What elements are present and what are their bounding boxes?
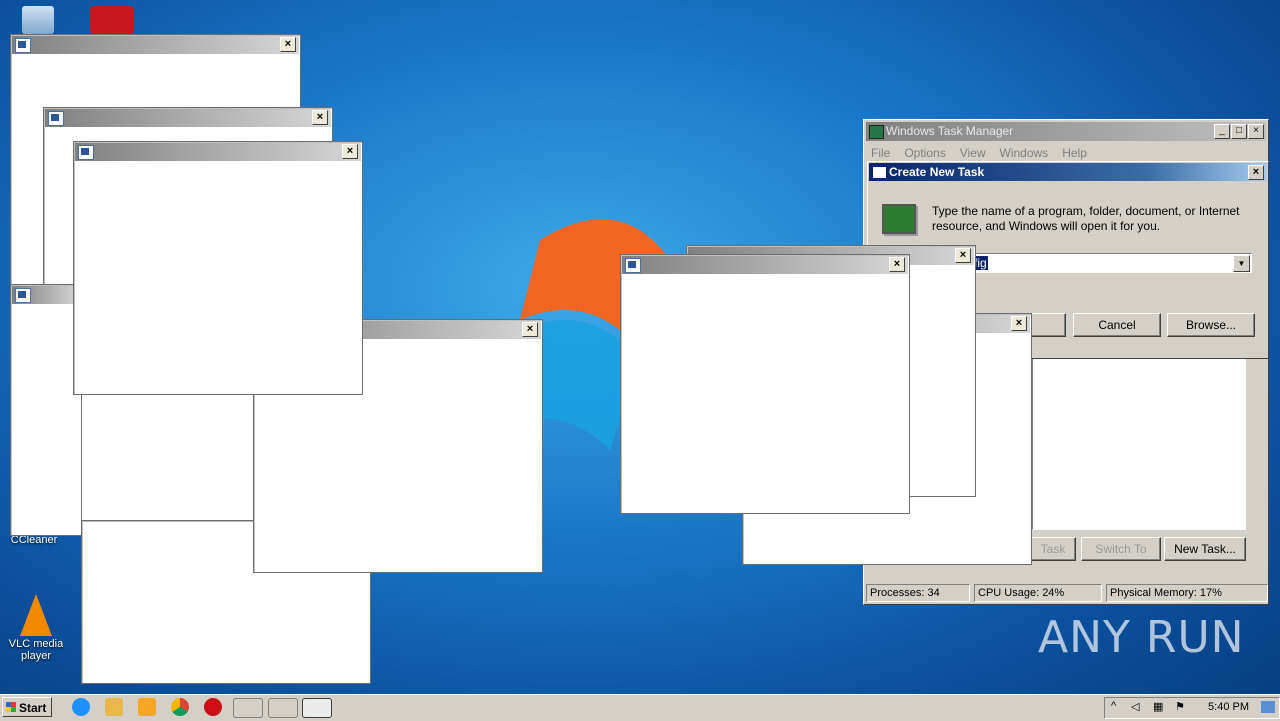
close-icon[interactable]: × bbox=[1248, 165, 1264, 180]
close-icon[interactable]: × bbox=[889, 257, 905, 272]
physical-memory: Physical Memory: 17% bbox=[1106, 584, 1268, 602]
task-manager-title: Windows Task Manager bbox=[886, 124, 1014, 138]
minimize-icon[interactable]: _ bbox=[1214, 124, 1230, 139]
window-titlebar[interactable]: × bbox=[12, 36, 299, 54]
close-icon[interactable]: × bbox=[342, 144, 358, 159]
menu-windows[interactable]: Windows bbox=[1000, 146, 1049, 160]
word-icon bbox=[78, 145, 94, 160]
media-player-icon[interactable] bbox=[138, 698, 156, 716]
blank-window-3[interactable] bbox=[10, 284, 82, 536]
processes-count: Processes: 34 bbox=[866, 584, 970, 602]
recycle-bin-icon[interactable] bbox=[6, 6, 70, 36]
network-icon[interactable]: ▦ bbox=[1153, 700, 1163, 713]
window-titlebar[interactable]: × bbox=[75, 143, 361, 161]
word-icon bbox=[48, 111, 64, 126]
end-task-button[interactable]: Task bbox=[1030, 537, 1076, 561]
chevron-up-icon[interactable]: ^ bbox=[1111, 700, 1116, 712]
explorer-icon[interactable] bbox=[105, 698, 123, 716]
blank-window-9[interactable]: × bbox=[620, 254, 910, 514]
close-icon[interactable]: × bbox=[312, 110, 328, 125]
open-combobox[interactable]: fig ▼ bbox=[968, 253, 1252, 273]
ie-icon[interactable] bbox=[72, 698, 90, 716]
word-icon bbox=[15, 38, 31, 53]
cancel-button[interactable]: Cancel bbox=[1073, 313, 1161, 337]
dialog-titlebar[interactable]: Create New Task × bbox=[869, 163, 1267, 181]
menu-options[interactable]: Options bbox=[904, 146, 945, 160]
chrome-icon[interactable] bbox=[171, 698, 189, 716]
word-icon bbox=[15, 288, 31, 303]
system-tray: ^ ◁ ▦ ⚑ 5:40 PM bbox=[1104, 697, 1280, 719]
window-titlebar[interactable] bbox=[12, 286, 80, 304]
run-program-icon bbox=[882, 204, 916, 234]
opera-icon[interactable] bbox=[204, 698, 222, 716]
flag-icon[interactable]: ⚑ bbox=[1175, 700, 1185, 713]
close-icon[interactable]: × bbox=[1011, 316, 1027, 331]
clock[interactable]: 5:40 PM bbox=[1208, 701, 1249, 713]
show-desktop-icon[interactable] bbox=[1261, 701, 1275, 713]
vlc-desktop-icon[interactable]: VLC media player bbox=[4, 594, 68, 662]
menu-view[interactable]: View bbox=[960, 146, 986, 160]
anyrun-watermark: ANY RUN bbox=[1038, 612, 1245, 663]
applications-list[interactable] bbox=[1032, 358, 1246, 530]
word-icon bbox=[625, 258, 641, 273]
maximize-icon[interactable]: □ bbox=[1231, 124, 1247, 139]
chevron-down-icon[interactable]: ▼ bbox=[1233, 255, 1250, 272]
window-titlebar[interactable]: × bbox=[45, 109, 331, 127]
volume-icon[interactable]: ◁ bbox=[1131, 700, 1139, 713]
task-manager-taskbar-icon[interactable] bbox=[268, 698, 298, 718]
taskbar: Start ^ ◁ ▦ ⚑ 5:40 PM bbox=[0, 694, 1280, 721]
switch-to-button[interactable]: Switch To bbox=[1081, 537, 1161, 561]
close-icon[interactable]: × bbox=[1248, 124, 1264, 139]
cpu-usage: CPU Usage: 24% bbox=[974, 584, 1102, 602]
close-icon[interactable]: × bbox=[522, 322, 538, 337]
menu-file[interactable]: File bbox=[871, 146, 890, 160]
run-icon bbox=[872, 166, 887, 179]
dialog-message: Type the name of a program, folder, docu… bbox=[932, 204, 1240, 233]
vlc-label: VLC media player bbox=[8, 638, 64, 662]
task-manager-menubar: File Options View Windows Help bbox=[864, 143, 1268, 163]
close-icon[interactable]: × bbox=[280, 37, 296, 52]
menu-help[interactable]: Help bbox=[1062, 146, 1087, 160]
task-manager-titlebar[interactable]: Windows Task Manager _ □ × bbox=[866, 122, 1266, 141]
status-bar: Processes: 34 CPU Usage: 24% Physical Me… bbox=[864, 584, 1268, 602]
word-taskbar-icon[interactable] bbox=[233, 698, 263, 718]
window-titlebar[interactable]: × bbox=[622, 256, 908, 274]
task-manager-icon bbox=[869, 125, 884, 139]
blank-window-6[interactable]: × bbox=[73, 141, 363, 395]
acrobat-icon[interactable] bbox=[80, 6, 144, 36]
vlc-cone-icon bbox=[20, 594, 52, 636]
close-icon[interactable]: × bbox=[955, 248, 971, 263]
start-button[interactable]: Start bbox=[2, 697, 52, 717]
browse-button[interactable]: Browse... bbox=[1167, 313, 1255, 337]
new-task-button[interactable]: New Task... bbox=[1164, 537, 1246, 561]
run-taskbar-icon[interactable] bbox=[302, 698, 332, 718]
dialog-title: Create New Task bbox=[889, 165, 985, 179]
